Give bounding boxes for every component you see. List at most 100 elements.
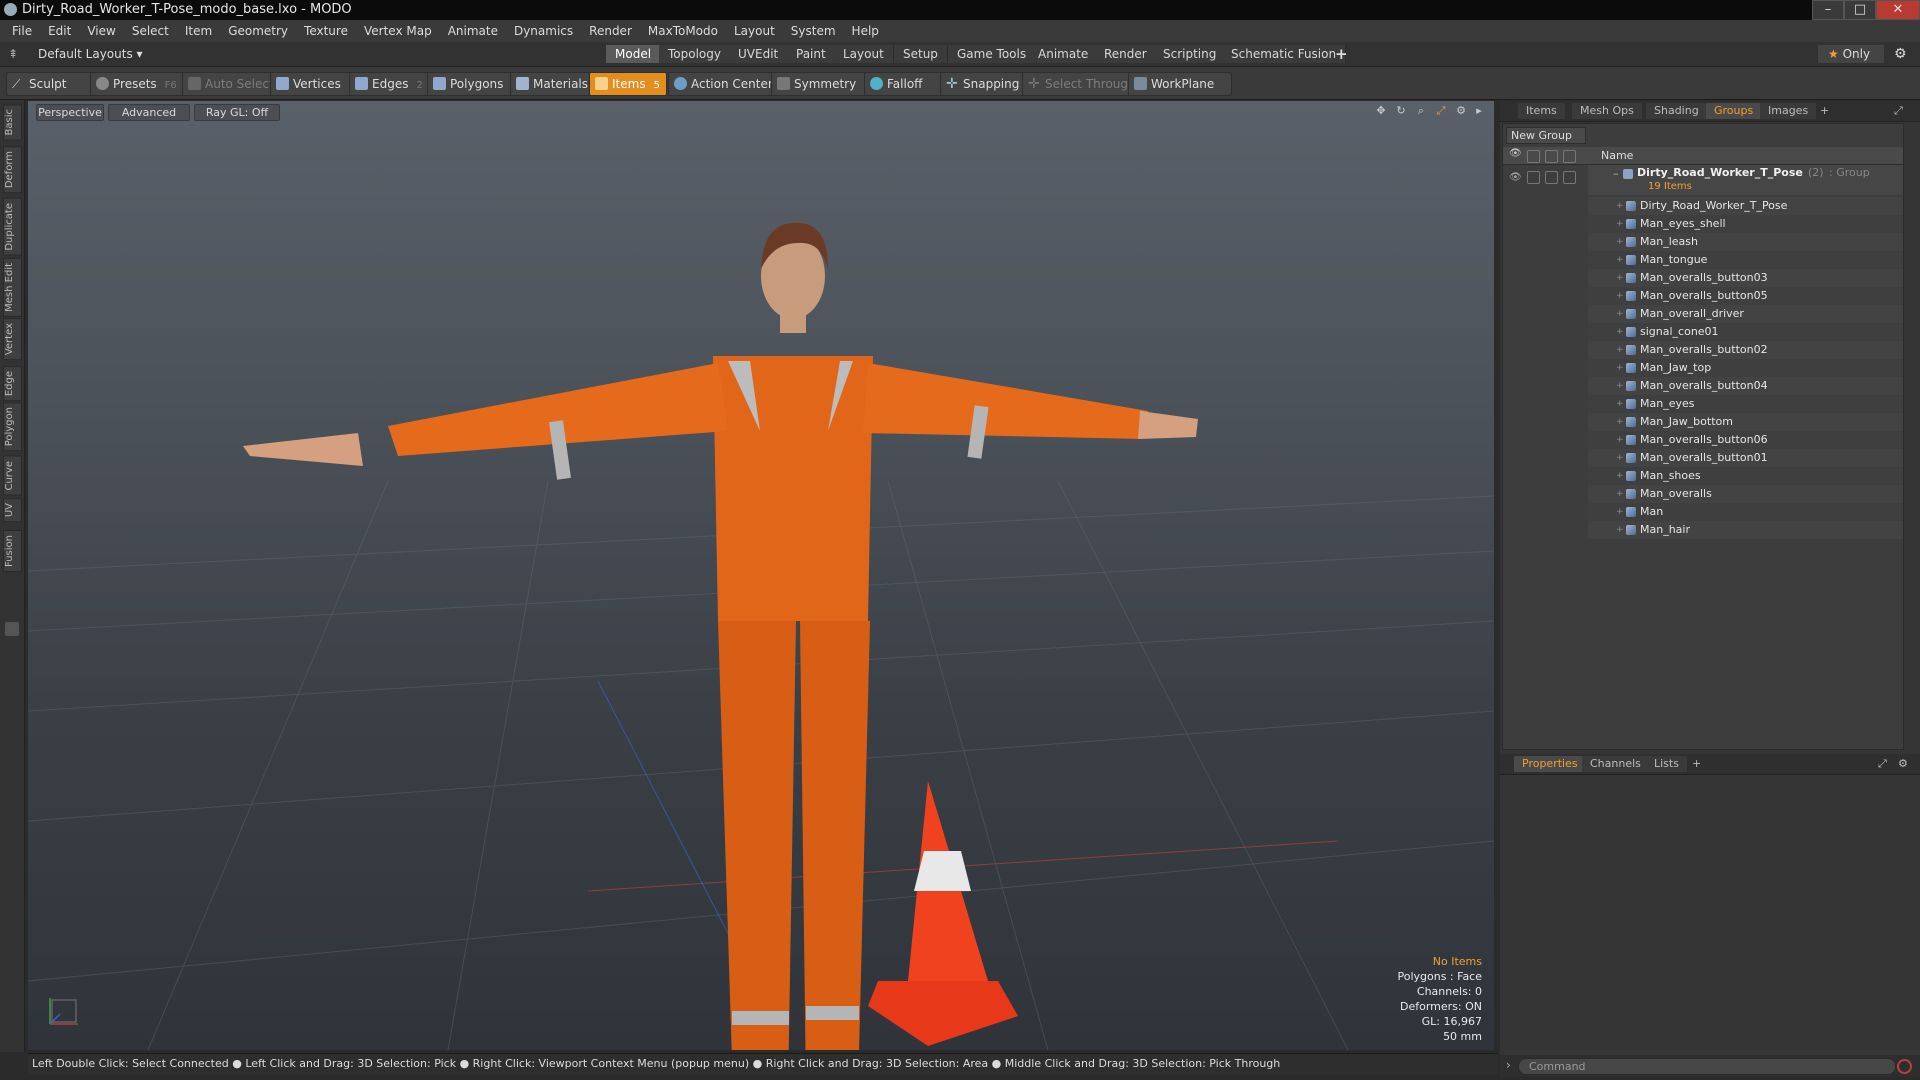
add-panel-tab-icon[interactable]: + [1812,103,1837,119]
menu-render[interactable]: Render [581,20,640,42]
left-tab-basic[interactable]: Basic [3,104,22,141]
group-select-toggle[interactable] [1563,171,1576,184]
menu-help[interactable]: Help [844,20,887,42]
add-tab-icon[interactable]: + [1335,45,1348,63]
tab-uvedit[interactable]: UVEdit [729,45,789,63]
group-item-row[interactable]: + Man_overall_driver [1503,305,1903,323]
tab-paint[interactable]: Paint [787,45,836,63]
tab-properties[interactable]: Properties [1514,756,1586,772]
left-tab-duplicate[interactable]: Duplicate [3,198,22,256]
group-item-row[interactable]: + Man_overalls_button05 [1503,287,1903,305]
tab-render[interactable]: Render [1095,45,1157,63]
close-icon[interactable]: ✕ [1876,0,1920,20]
tab-schematic-fusion[interactable]: Schematic Fusion [1222,45,1347,63]
tab-images[interactable]: Images [1760,103,1817,119]
visibility-column-icon[interactable]: 👁 [1509,148,1522,159]
menu-maxtomodo[interactable]: MaxToModo [640,20,726,42]
menu-select[interactable]: Select [124,20,177,42]
group-item-row[interactable]: + Man_overalls_button03 [1503,269,1903,287]
menu-geometry[interactable]: Geometry [220,20,296,42]
group-item-row[interactable]: + Man_overalls_button04 [1503,377,1903,395]
command-history-icon[interactable] [1897,1059,1912,1074]
symmetry-button[interactable]: Symmetry [771,72,877,96]
menu-file[interactable]: File [0,20,40,42]
expand-icon[interactable]: ⤢ [1886,103,1911,119]
layout-pin-icon[interactable]: ⇞ [8,45,18,63]
advanced-dropdown[interactable]: Advanced [108,104,190,121]
group-collapse-icon[interactable]: – [1613,165,1619,183]
group-render-toggle[interactable] [1527,171,1540,184]
tab-animate[interactable]: Animate [1029,45,1099,63]
polygons-button[interactable]: Polygons [427,72,521,96]
group-row[interactable]: 👁 – Dirty_Road_Worker_T_Pose (2) : Group… [1503,165,1903,195]
tab-game-tools[interactable]: Game Tools [948,45,1037,63]
items-button[interactable]: Items 5 [589,72,667,96]
default-layouts-dropdown[interactable]: Default Layouts ▾ [38,45,143,63]
bottom-settings-icon[interactable]: ⚙ [1890,756,1916,772]
group-item-row[interactable]: + Man_overalls [1503,485,1903,503]
minimize-icon[interactable]: – [1812,0,1844,20]
tab-shading[interactable]: Shading [1646,103,1707,119]
group-item-row[interactable]: + Man [1503,503,1903,521]
tab-layout[interactable]: Layout [834,45,894,63]
3d-viewport[interactable]: Perspective Advanced Ray GL: Off ✥ ↻ ⌕ ⤢… [28,101,1494,1050]
raygl-toggle[interactable]: Ray GL: Off [194,104,280,121]
group-item-row[interactable]: + Man_shoes [1503,467,1903,485]
group-item-row[interactable]: + Man_overalls_button06 [1503,431,1903,449]
left-tab-fusion[interactable]: Fusion [3,530,22,572]
left-tab-edge[interactable]: Edge [3,366,22,402]
group-item-row[interactable]: + Man_Jaw_top [1503,359,1903,377]
menu-texture[interactable]: Texture [296,20,356,42]
falloff-button[interactable]: Falloff [864,72,950,96]
new-group-button[interactable]: New Group [1506,127,1586,144]
menu-system[interactable]: System [783,20,844,42]
left-tab-uv[interactable]: UV [3,498,22,523]
left-tab-mesh-edit[interactable]: Mesh Edit [3,258,22,317]
menu-dynamics[interactable]: Dynamics [506,20,581,42]
group-visibility-icon[interactable]: 👁 [1509,169,1522,187]
tab-groups[interactable]: Groups [1706,103,1762,119]
name-column-header[interactable]: Name [1601,149,1633,162]
render-column-icon[interactable] [1527,150,1540,163]
presets-button[interactable]: Presets F6 [90,72,196,96]
menu-edit[interactable]: Edit [40,20,79,42]
group-item-row[interactable]: + Man_tongue [1503,251,1903,269]
gear-icon[interactable]: ⚙ [1894,45,1907,63]
zoom-icon[interactable]: ⌕ [1415,105,1427,117]
menu-layout[interactable]: Layout [726,20,783,42]
left-tab-deform[interactable]: Deform [3,146,22,194]
group-item-row[interactable]: + Man_overalls_button02 [1503,341,1903,359]
fit-icon[interactable]: ⤢ [1435,105,1447,117]
tab-topology[interactable]: Topology [659,45,731,63]
tab-channels[interactable]: Channels [1582,756,1649,772]
lock-column-icon[interactable] [1545,150,1558,163]
viewport-menu-arrow-icon[interactable]: ▸ [1473,105,1485,117]
maximize-icon[interactable]: □ [1844,0,1876,20]
left-tab-vertex[interactable]: Vertex [3,318,22,361]
group-item-row[interactable]: + Man_hair [1503,521,1903,539]
command-input[interactable]: Command [1518,1058,1896,1075]
tab-scripting[interactable]: Scripting [1154,45,1227,63]
viewport-settings-icon[interactable]: ⚙ [1455,105,1467,117]
menu-vertex-map[interactable]: Vertex Map [356,20,440,42]
group-item-row[interactable]: + signal_cone01 [1503,323,1903,341]
select-column-icon[interactable] [1563,150,1576,163]
left-tab-polygon[interactable]: Polygon [3,402,22,452]
group-item-row[interactable]: + Man_Jaw_bottom [1503,413,1903,431]
tab-items[interactable]: Items [1518,103,1565,119]
sculpt-button[interactable]: ⟋ Sculpt [6,72,94,96]
menu-item[interactable]: Item [177,20,220,42]
rotate-icon[interactable]: ↻ [1395,105,1407,117]
group-item-row[interactable]: + Man_eyes [1503,395,1903,413]
workplane-button[interactable]: WorkPlane [1128,72,1232,96]
left-tab-curve[interactable]: Curve [3,456,22,496]
group-item-row[interactable]: + Man_leash [1503,233,1903,251]
expand-panel-icon[interactable] [5,622,19,636]
tab-lists[interactable]: Lists [1646,756,1687,772]
only-toggle[interactable]: ★ Only [1818,45,1884,63]
add-bottom-tab-icon[interactable]: + [1684,756,1709,772]
action-center-button[interactable]: Action Center [668,72,788,96]
menu-animate[interactable]: Animate [440,20,506,42]
perspective-dropdown[interactable]: Perspective [36,104,104,121]
group-item-row[interactable]: + Man_overalls_button01 [1503,449,1903,467]
